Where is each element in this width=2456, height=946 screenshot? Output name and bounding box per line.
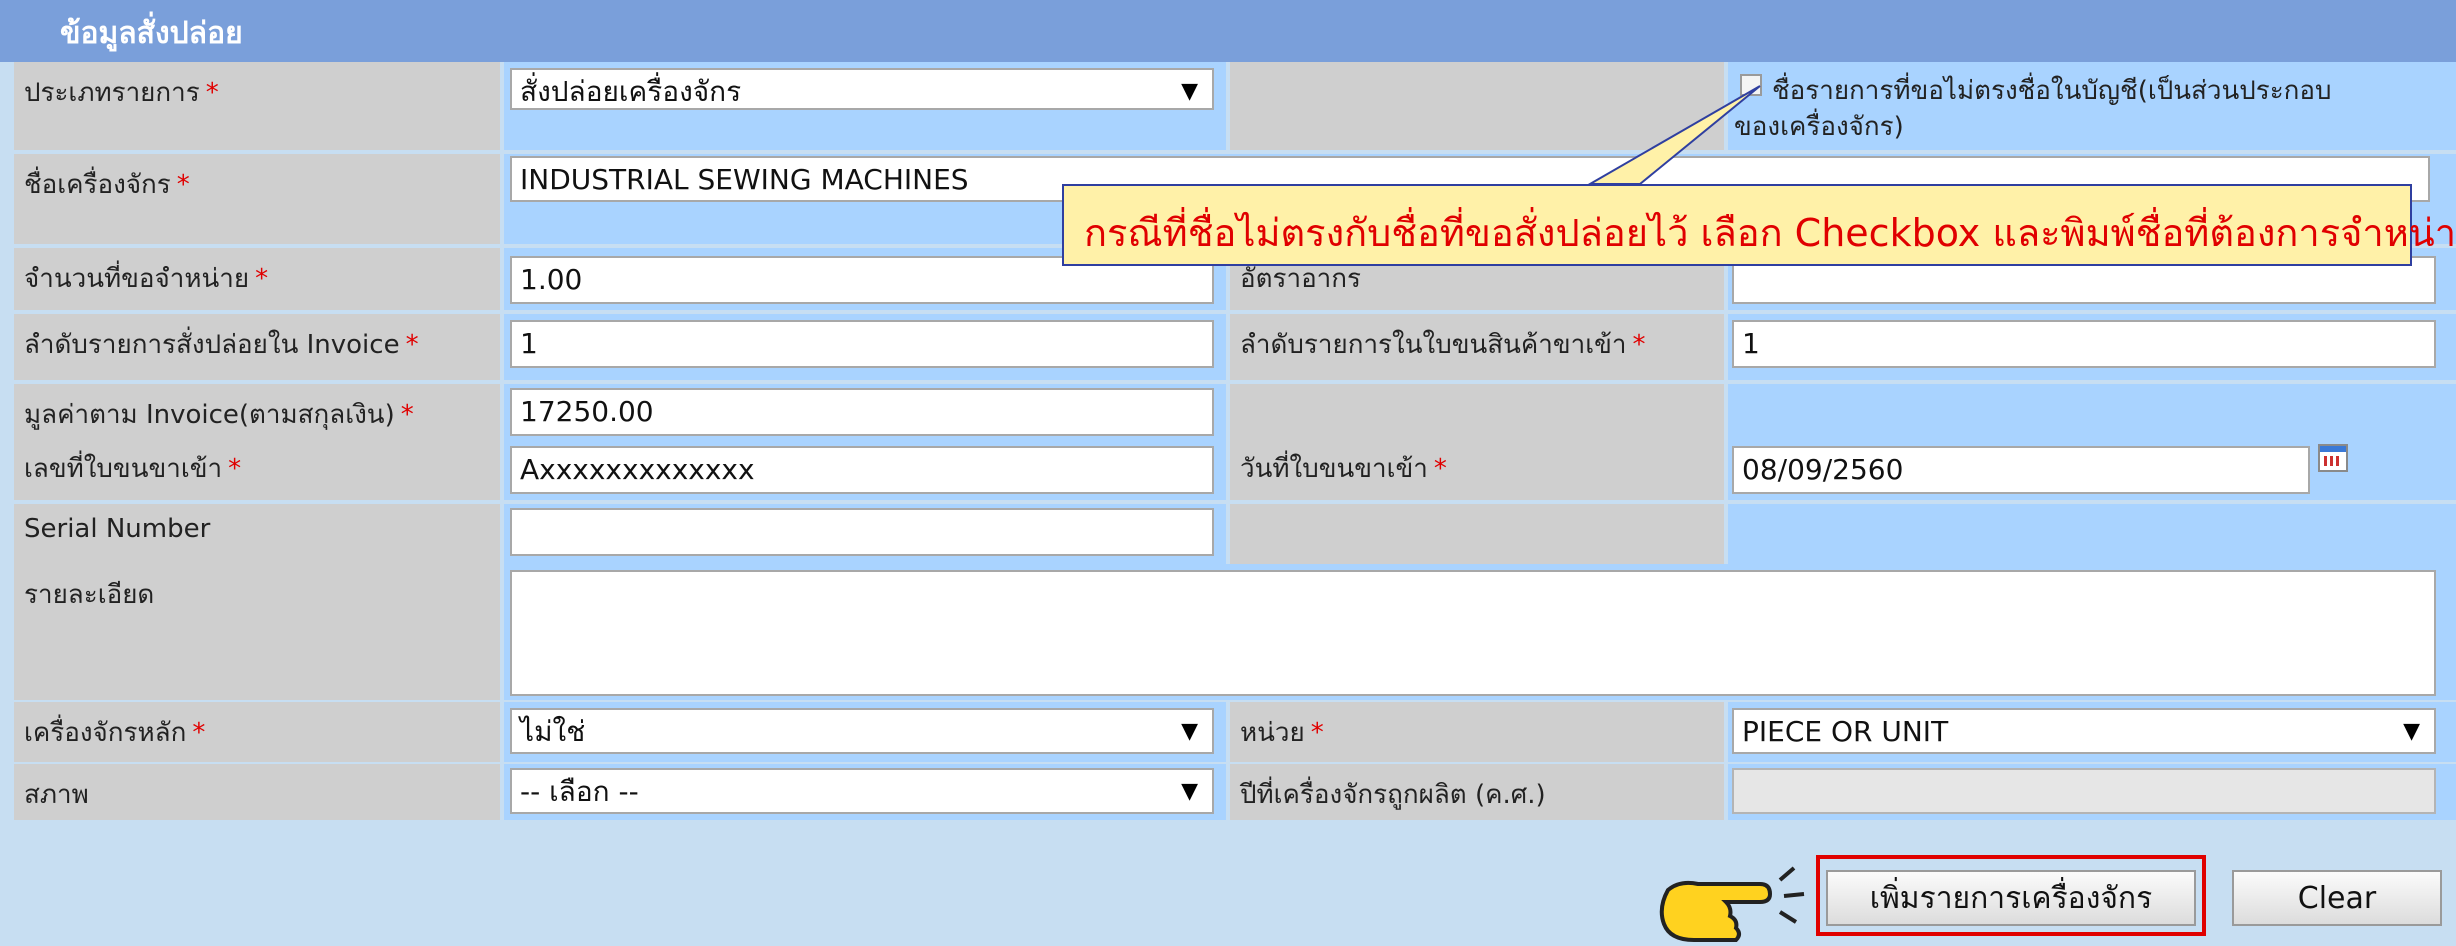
import-order-input[interactable]: 1 (1732, 320, 2436, 368)
row-details: รายละเอียด (0, 564, 2456, 700)
type-label: ประเภทรายการ (24, 78, 200, 108)
import-order-label: ลำดับรายการในใบขนสินค้าขาเข้า (1240, 330, 1627, 360)
quantity-label: จำนวนที่ขอจำหน่าย (24, 264, 250, 294)
type-select[interactable]: สั่งปล่อยเครื่องจักร ▼ (510, 68, 1214, 110)
clear-button[interactable]: Clear (2232, 870, 2442, 926)
row-invoice-order: ลำดับรายการสั่งปล่อยใน Invoice * 1 ลำดับร… (0, 314, 2456, 380)
import-doc-no-label: เลขที่ใบขนขาเข้า (24, 454, 223, 484)
main-machine-select[interactable]: ไม่ใช่ ▼ (510, 708, 1214, 754)
condition-select[interactable]: -- เลือก -- ▼ (510, 768, 1214, 814)
unit-label: หน่วย (1240, 718, 1305, 748)
mfg-year-label: ปีที่เครื่องจักรถูกผลิต (ค.ศ.) (1240, 780, 1546, 810)
serial-label: Serial Number (24, 514, 211, 544)
chevron-down-icon: ▼ (1181, 779, 1198, 804)
section-header: ข้อมูลสั่งปล่อย (0, 0, 2456, 62)
section-title: ข้อมูลสั่งปล่อย (60, 16, 243, 51)
import-doc-no-input[interactable]: Axxxxxxxxxxxxx (510, 446, 1214, 494)
details-label: รายละเอียด (24, 580, 155, 610)
chevron-down-icon: ▼ (1181, 719, 1198, 744)
row-serial: Serial Number (0, 504, 2456, 566)
row-invoice-value: มูลค่าตาม Invoice(ตามสกุลเงิน) * 17250.00 (0, 384, 2456, 446)
required-mark: * (205, 78, 219, 108)
row-type: ประเภทรายการ * สั่งปล่อยเครื่องจักร ▼ ชื่… (0, 62, 2456, 150)
row-condition: สภาพ -- เลือก -- ▼ ปีที่เครื่องจักรถูกผล… (0, 764, 2456, 820)
condition-label: สภาพ (24, 780, 89, 810)
import-doc-date-label: วันที่ใบขนขาเข้า (1240, 454, 1428, 484)
callout-text: กรณีที่ชื่อไม่ตรงกับชื่อที่ขอสั่งปล่อยไว… (1084, 211, 2456, 255)
unit-select[interactable]: PIECE OR UNIT ▼ (1732, 708, 2436, 754)
invoice-order-input[interactable]: 1 (510, 320, 1214, 368)
chevron-down-icon: ▼ (2403, 719, 2420, 744)
pointing-hand-icon (1659, 866, 1805, 942)
mfg-year-input[interactable] (1732, 768, 2436, 814)
callout-note: กรณีที่ชื่อไม่ตรงกับชื่อที่ขอสั่งปล่อยไว… (1062, 184, 2456, 266)
serial-input[interactable] (510, 508, 1214, 556)
main-machine-label: เครื่องจักรหลัก (24, 718, 187, 748)
import-doc-date-input[interactable]: 08/09/2560 (1732, 446, 2310, 494)
row-import-doc: เลขที่ใบขนขาเข้า * Axxxxxxxxxxxxx วันที่ใ… (0, 438, 2456, 500)
name-mismatch-label-line2: ของเครื่องจักร) (1734, 112, 1904, 142)
name-mismatch-label-line1: ชื่อรายการที่ขอไม่ตรงชื่อในบัญชี(เป็นส่ว… (1772, 76, 2332, 106)
name-mismatch-checkbox[interactable] (1740, 74, 1762, 96)
calendar-icon[interactable] (2318, 444, 2348, 472)
add-machine-button[interactable]: เพิ่มรายการเครื่องจักร (1826, 870, 2196, 926)
chevron-down-icon: ▼ (1181, 79, 1198, 104)
details-textarea[interactable] (510, 570, 2436, 696)
invoice-value-input[interactable]: 17250.00 (510, 388, 1214, 436)
invoice-order-label: ลำดับรายการสั่งปล่อยใน Invoice (24, 330, 400, 360)
row-main-machine: เครื่องจักรหลัก * ไม่ใช่ ▼ หน่วย * PIECE O… (0, 702, 2456, 762)
invoice-value-label: มูลค่าตาม Invoice(ตามสกุลเงิน) (24, 400, 395, 430)
machine-name-label: ชื่อเครื่องจักร (24, 170, 171, 200)
